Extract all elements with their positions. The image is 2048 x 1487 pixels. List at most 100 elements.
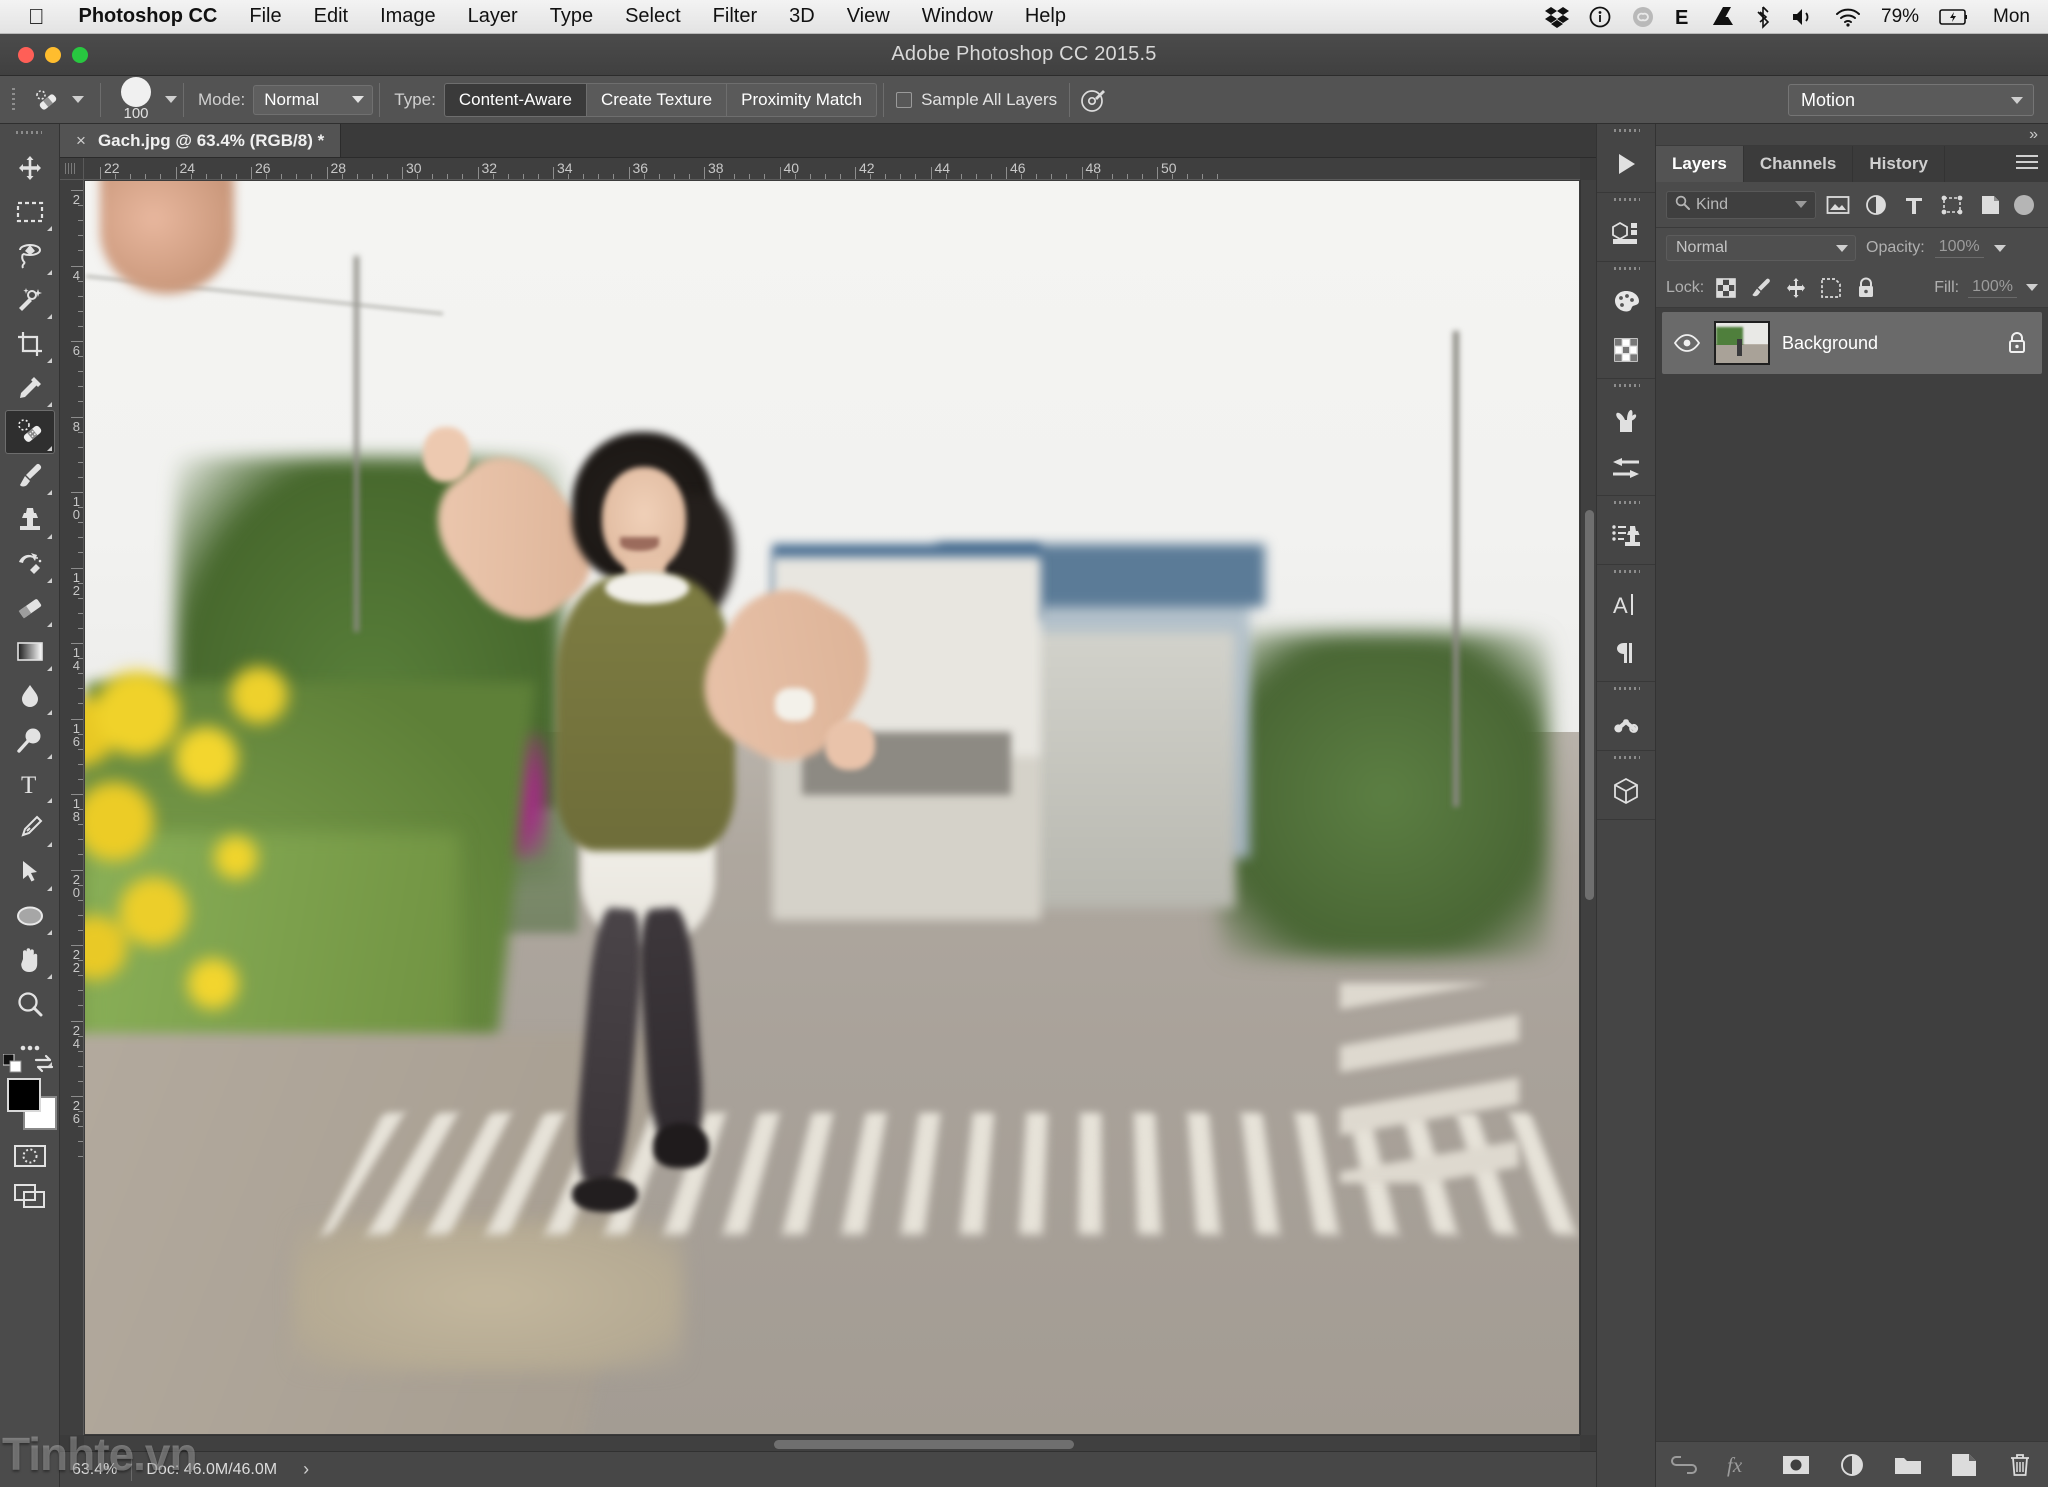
evernote-icon[interactable]: E	[1675, 5, 1691, 29]
character-panel-icon[interactable]: A	[1602, 581, 1650, 629]
pixel-layers-filter-icon[interactable]	[1822, 191, 1854, 219]
brush-size-picker[interactable]: 100	[107, 77, 165, 123]
menu-filter[interactable]: Filter	[697, 5, 773, 28]
3d-cube-icon[interactable]	[1602, 767, 1650, 815]
menu-file[interactable]: File	[233, 5, 297, 28]
smart-object-filter-icon[interactable]	[1974, 191, 2006, 219]
adjustment-layers-filter-icon[interactable]	[1860, 191, 1892, 219]
swap-colors-icon[interactable]	[33, 1054, 55, 1074]
layer-row-background[interactable]: Background	[1662, 312, 2042, 374]
dock-grip[interactable]	[1597, 751, 1655, 767]
menu-help[interactable]: Help	[1009, 5, 1082, 28]
dodge-tool[interactable]	[5, 718, 55, 762]
menu-image[interactable]: Image	[364, 5, 452, 28]
dock-grip[interactable]	[1597, 379, 1655, 395]
wifi-icon[interactable]	[1835, 5, 1861, 29]
google-drive-icon[interactable]	[1711, 5, 1735, 29]
zoom-level-field[interactable]: 63.4%	[60, 1461, 131, 1479]
play-actions-icon[interactable]	[1602, 140, 1650, 188]
ellipse-shape-tool[interactable]	[5, 894, 55, 938]
screen-mode-icon[interactable]	[6, 1176, 54, 1216]
volume-icon[interactable]	[1791, 5, 1815, 29]
brush-tool[interactable]	[5, 454, 55, 498]
default-colors-icon[interactable]	[3, 1054, 23, 1074]
menu-app-name[interactable]: Photoshop CC	[63, 5, 234, 28]
options-bar-grip[interactable]	[6, 82, 22, 118]
lasso-tool[interactable]	[5, 234, 55, 278]
shape-layers-filter-icon[interactable]	[1936, 191, 1968, 219]
rectangular-marquee-tool[interactable]	[5, 190, 55, 234]
lock-position-icon[interactable]	[1783, 275, 1809, 301]
paragraph-panel-icon[interactable]	[1602, 629, 1650, 677]
workspace-select[interactable]: Motion	[1788, 84, 2034, 116]
creative-cloud-icon[interactable]	[1631, 5, 1655, 29]
type-content-aware-button[interactable]: Content-Aware	[444, 83, 587, 117]
tab-layers[interactable]: Layers	[1656, 146, 1744, 182]
path-selection-tool[interactable]	[5, 850, 55, 894]
battery-charging-icon[interactable]	[1939, 5, 1969, 29]
menu-select[interactable]: Select	[609, 5, 697, 28]
brush-picker-caret-icon[interactable]	[165, 96, 177, 103]
eyedropper-tool[interactable]	[5, 366, 55, 410]
collapse-panels-icon[interactable]: »	[2029, 126, 2038, 144]
dock-grip[interactable]	[1597, 565, 1655, 581]
type-tool[interactable]: T	[5, 762, 55, 806]
horizontal-ruler[interactable]: 22 24 26 28 30 32 34 36 38 40 42 44 46 48 50	[84, 158, 1580, 180]
layer-blend-mode-select[interactable]: Normal	[1666, 235, 1856, 261]
close-icon[interactable]: ×	[76, 131, 86, 151]
brush-settings-icon[interactable]	[1602, 443, 1650, 491]
fill-value[interactable]: 100%	[1968, 278, 2017, 298]
apple-logo-icon[interactable]: 	[0, 6, 63, 28]
eye-icon[interactable]	[1672, 328, 1702, 358]
layer-thumbnail[interactable]	[1714, 321, 1770, 365]
dock-grip[interactable]	[1597, 124, 1655, 140]
bluetooth-icon[interactable]	[1755, 5, 1771, 29]
hand-tool[interactable]	[5, 938, 55, 982]
delete-layer-icon[interactable]	[2005, 1450, 2035, 1480]
new-layer-icon[interactable]	[1949, 1450, 1979, 1480]
new-group-icon[interactable]	[1893, 1450, 1923, 1480]
filter-toggle-switch[interactable]	[2014, 195, 2034, 215]
dropbox-icon[interactable]	[1545, 5, 1569, 29]
document-tab[interactable]: × Gach.jpg @ 63.4% (RGB/8) *	[60, 124, 341, 157]
scrollbar-thumb[interactable]	[1585, 510, 1594, 900]
layer-filter-kind-select[interactable]: Kind	[1666, 191, 1816, 219]
lock-transparent-pixels-icon[interactable]	[1713, 275, 1739, 301]
dock-grip[interactable]	[1597, 682, 1655, 698]
gradient-tool[interactable]	[5, 630, 55, 674]
clone-stamp-tool[interactable]	[5, 498, 55, 542]
pen-tool[interactable]	[5, 806, 55, 850]
zoom-tool[interactable]	[5, 982, 55, 1026]
quick-mask-icon[interactable]	[6, 1136, 54, 1176]
type-create-texture-button[interactable]: Create Texture	[587, 83, 727, 117]
tool-preset-picker[interactable]	[22, 78, 94, 122]
layer-style-fx-icon[interactable]: fx	[1725, 1450, 1755, 1480]
link-layers-icon[interactable]	[1669, 1450, 1699, 1480]
tool-preset-caret-icon[interactable]	[72, 96, 84, 103]
menu-3d[interactable]: 3D	[773, 5, 831, 28]
info-circle-icon[interactable]	[1589, 5, 1611, 29]
canvas-vertical-scrollbar[interactable]	[1580, 180, 1596, 1435]
ruler-origin-corner[interactable]	[60, 158, 84, 180]
menu-layer[interactable]: Layer	[452, 5, 534, 28]
lock-all-icon[interactable]	[1853, 275, 1879, 301]
color-palette-icon[interactable]	[1602, 278, 1650, 326]
crop-tool[interactable]	[5, 322, 55, 366]
blend-mode-select[interactable]: Normal	[253, 85, 373, 115]
toolbar-grip[interactable]	[0, 124, 59, 146]
canvas-horizontal-scrollbar[interactable]	[84, 1435, 1580, 1451]
dock-grip[interactable]	[1597, 262, 1655, 278]
menu-view[interactable]: View	[831, 5, 906, 28]
tab-history[interactable]: History	[1853, 146, 1945, 182]
scrollbar-thumb[interactable]	[774, 1440, 1074, 1449]
status-expand-icon[interactable]: ›	[291, 1459, 321, 1480]
vertical-ruler[interactable]: 2468101214161820222426	[60, 180, 84, 1435]
move-tool[interactable]	[5, 146, 55, 190]
tab-channels[interactable]: Channels	[1744, 146, 1854, 182]
foreground-color-swatch[interactable]	[7, 1078, 41, 1112]
fill-chevron-down-icon[interactable]	[2026, 284, 2038, 291]
spot-healing-brush-tool[interactable]	[5, 410, 55, 454]
layer-name[interactable]: Background	[1782, 333, 1990, 354]
opacity-value[interactable]: 100%	[1935, 238, 1984, 258]
new-adjustment-layer-icon[interactable]	[1837, 1450, 1867, 1480]
